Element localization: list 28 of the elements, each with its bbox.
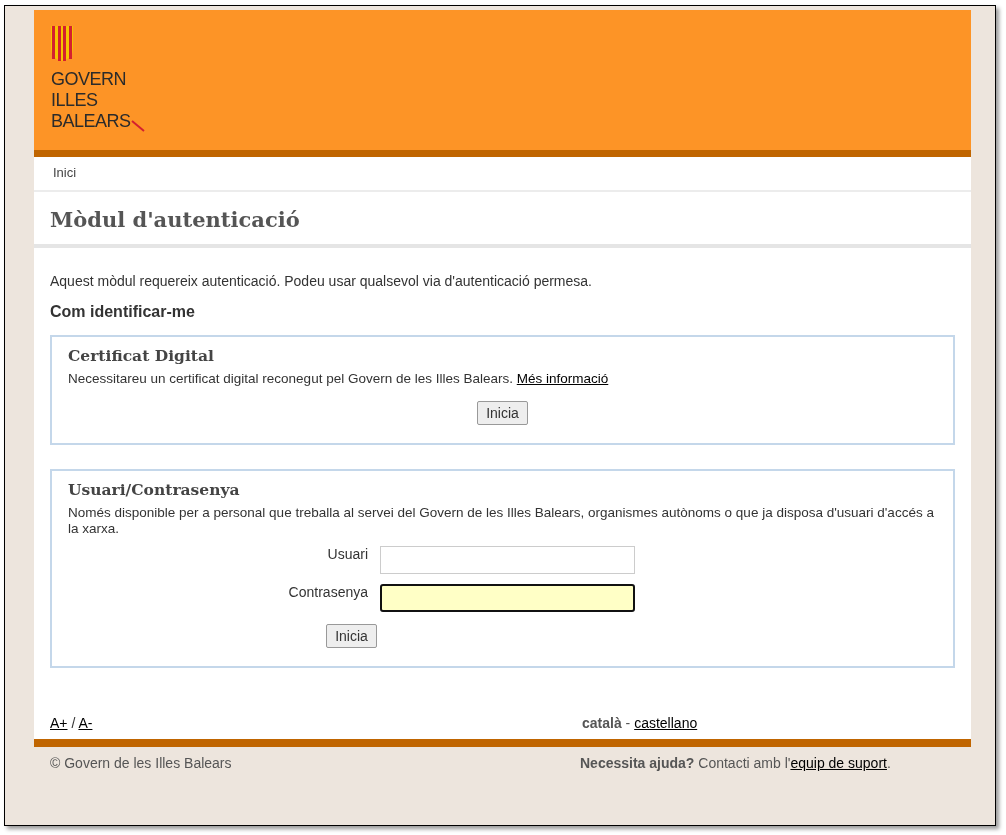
separator-text: / <box>70 715 77 731</box>
font-increase-link[interactable]: A+ <box>50 715 68 731</box>
panel-title: Certificat Digital <box>68 346 215 365</box>
intro-text: Aquest mòdul requereix autenticació. Podeu usar qualsevol via d'autenticació permesa. <box>50 273 593 289</box>
start-button[interactable]: Inicia <box>326 624 377 648</box>
page-title: Mòdul d'autenticació <box>34 192 971 248</box>
panel-title: Usuari/Contrasenya <box>68 480 241 499</box>
logo-text: ILLES <box>51 90 98 111</box>
help-text: Necessita ajuda? Contacti amb l'equip de suport. <box>580 755 891 771</box>
logo-text: BALEARS <box>51 111 131 132</box>
input-field[interactable] <box>380 584 635 612</box>
shield-icon <box>51 26 73 61</box>
panel-description: Necessitareu un certificat digital reconegut pel Govern de les Illes Balears. Més informació <box>68 371 610 387</box>
copyright-text: © Govern de les Illes Balears <box>50 755 233 771</box>
field-label: Usuari <box>326 546 368 562</box>
logo-text: GOVERN <box>51 69 126 90</box>
breadcrumb-link[interactable]: Inici <box>53 165 77 180</box>
slash-mark-icon <box>130 120 145 132</box>
font-decrease-link[interactable]: A- <box>78 715 93 731</box>
field-label: Contrasenya <box>287 584 368 600</box>
section-heading: Com identificar-me <box>50 303 196 321</box>
more-info-link[interactable]: Més informació <box>516 371 609 386</box>
panel-description: Només disponible per a personal que treballa al servei del Govern de les Illes Balears, organismes autònoms o que ja disposa d'usuari d'accés a la xarxa. <box>68 505 935 537</box>
language-link[interactable]: català <box>582 715 622 731</box>
support-link[interactable]: equip de suport <box>790 755 887 771</box>
language-link[interactable]: castellano <box>634 715 698 731</box>
separator-text: - <box>624 715 632 731</box>
start-button[interactable]: Inicia <box>477 401 528 425</box>
